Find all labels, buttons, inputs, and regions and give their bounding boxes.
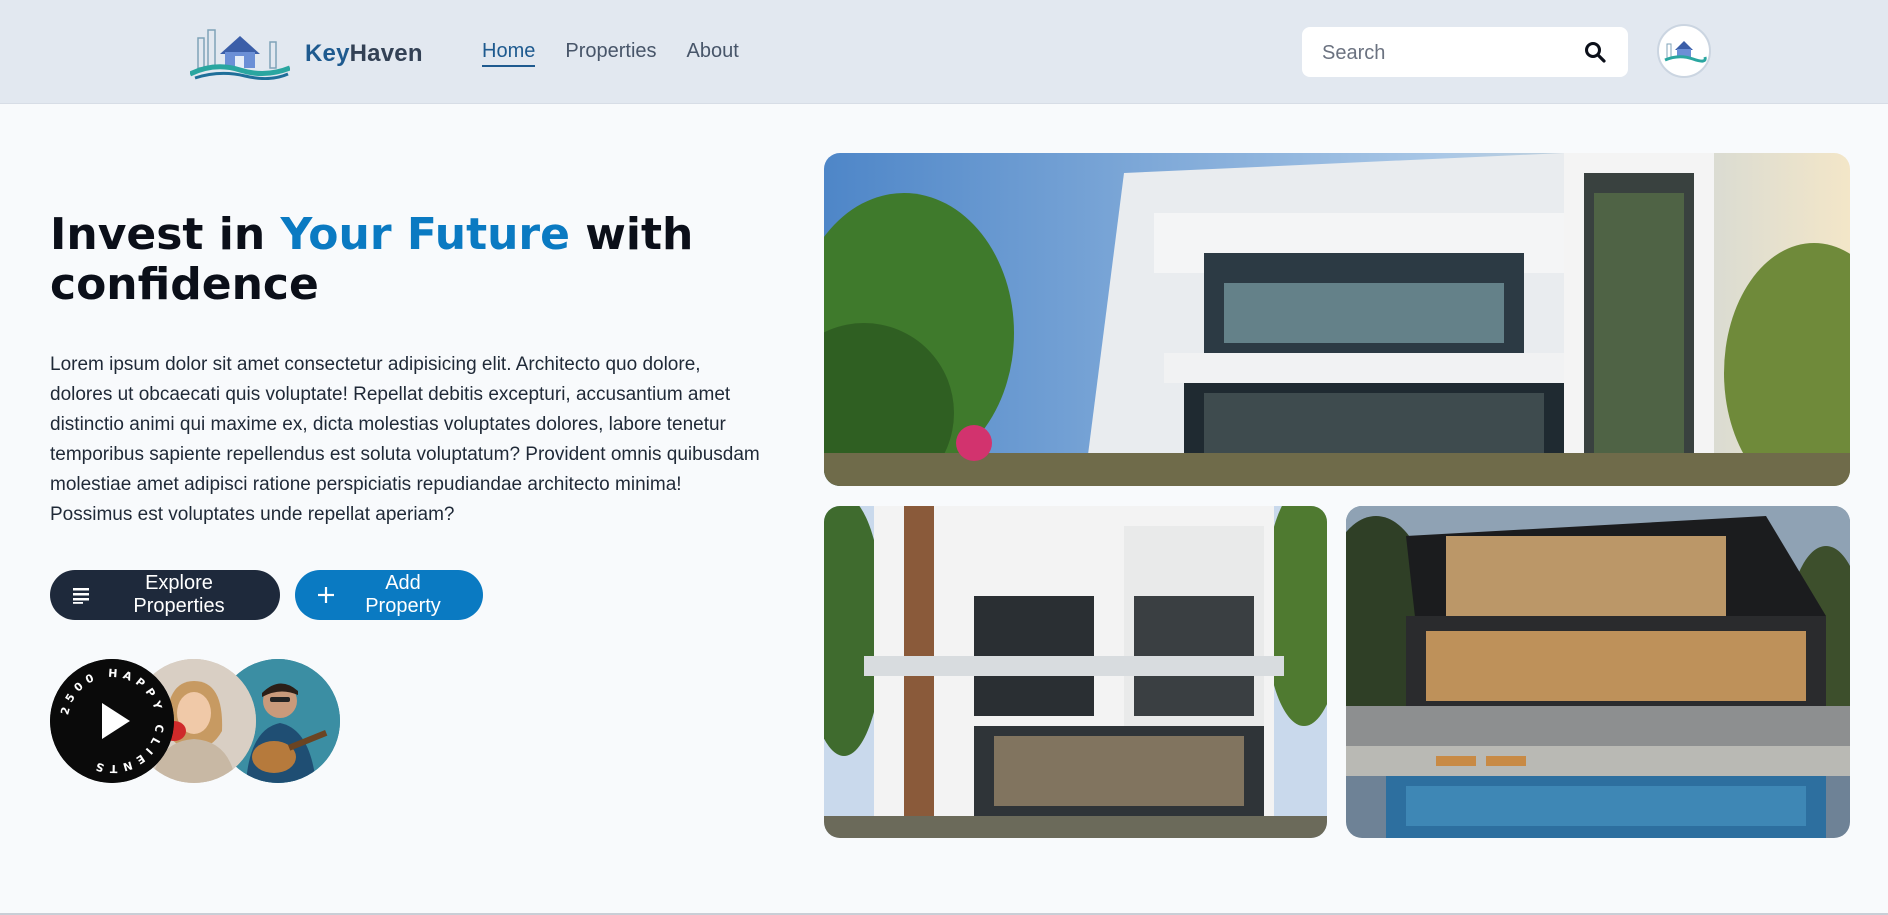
hero-description: Lorem ipsum dolor sit amet consectetur a… — [50, 354, 760, 525]
property-image-modern-villa[interactable] — [824, 153, 1850, 486]
search-input[interactable] — [1320, 27, 1574, 79]
property-image-pool-house[interactable] — [1346, 506, 1850, 838]
logo-icon[interactable] — [190, 24, 290, 80]
avatar-logo-icon — [1664, 41, 1707, 63]
play-video-button[interactable]: 2500 HAPPY CLIENTS — [50, 659, 174, 783]
add-property-label: Add Property — [365, 572, 441, 617]
explore-properties-label: Explore Properties — [133, 572, 225, 617]
top-navbar: KeyHaven Home Properties About — [0, 0, 1888, 104]
nav-properties[interactable]: Properties — [565, 40, 656, 67]
property-image-white-house[interactable] — [824, 506, 1327, 838]
nav-home[interactable]: Home — [482, 40, 536, 67]
explore-properties-button[interactable]: Explore Properties — [50, 570, 280, 620]
search-icon[interactable] — [1584, 41, 1606, 63]
nav-about[interactable]: About — [687, 40, 739, 67]
hero-title-part1: Invest in — [50, 209, 281, 260]
brand-name[interactable]: KeyHaven — [305, 40, 423, 68]
add-property-button[interactable]: Add Property — [295, 570, 483, 620]
list-icon — [73, 588, 89, 604]
main-nav: Home Properties About — [482, 40, 739, 67]
hero-title: Invest in Your Future with confidence — [50, 210, 770, 310]
happy-clients: 2500 HAPPY CLIENTS — [50, 658, 340, 783]
brand-suffix: Haven — [349, 40, 423, 67]
user-avatar[interactable] — [1657, 24, 1711, 78]
hero-title-accent: Your Future — [280, 209, 570, 260]
plus-icon — [318, 587, 334, 603]
search-box — [1302, 27, 1628, 79]
brand-prefix: Key — [305, 40, 350, 67]
